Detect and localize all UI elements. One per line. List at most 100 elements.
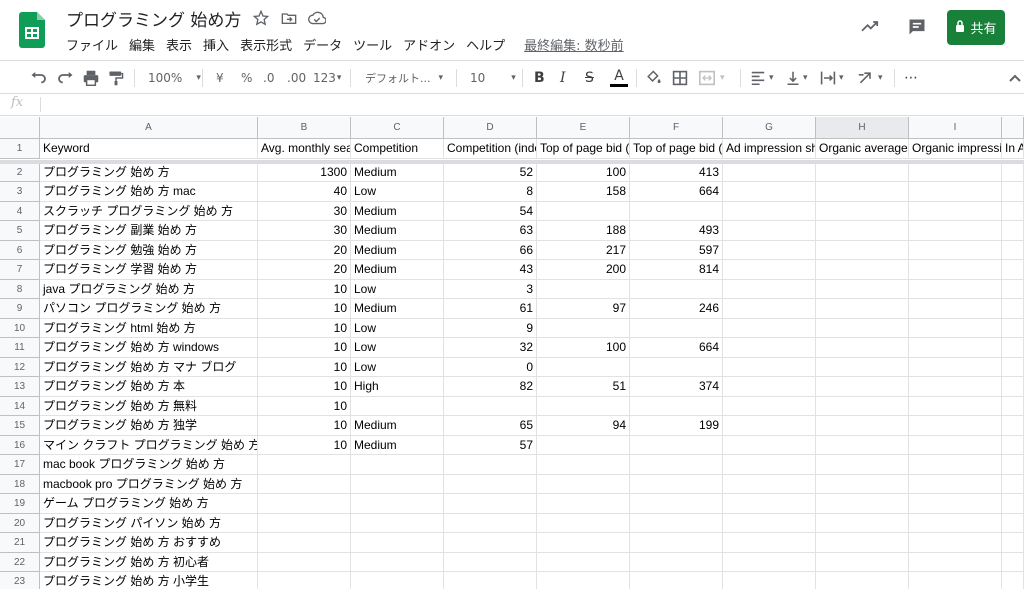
data-cell[interactable]: 43 xyxy=(444,260,537,280)
data-cell[interactable] xyxy=(1002,513,1024,533)
data-cell[interactable]: Medium xyxy=(351,201,444,221)
data-cell[interactable] xyxy=(816,533,909,553)
data-cell[interactable] xyxy=(1002,435,1024,455)
data-cell[interactable] xyxy=(537,572,630,589)
data-cell[interactable] xyxy=(723,513,816,533)
undo-icon[interactable] xyxy=(30,68,48,88)
row-header[interactable]: 8 xyxy=(0,279,40,299)
data-cell[interactable] xyxy=(537,455,630,475)
data-cell[interactable] xyxy=(816,552,909,572)
data-cell[interactable] xyxy=(630,455,723,475)
data-cell[interactable] xyxy=(723,299,816,319)
data-cell[interactable] xyxy=(723,221,816,241)
cloud-saved-icon[interactable] xyxy=(308,9,326,27)
data-cell[interactable] xyxy=(537,279,630,299)
data-cell[interactable]: 9 xyxy=(444,318,537,338)
row-header[interactable]: 15 xyxy=(0,416,40,436)
last-edit-link[interactable]: 最終編集: 数秒前 xyxy=(524,35,624,54)
decrease-decimal-button[interactable]: .0 xyxy=(263,68,274,88)
data-cell[interactable] xyxy=(816,260,909,280)
header-cell[interactable]: Keyword xyxy=(40,139,258,159)
data-cell[interactable]: プログラミング 始め 方 mac xyxy=(40,182,258,202)
data-cell[interactable] xyxy=(258,494,351,514)
column-header-f[interactable]: F xyxy=(630,117,723,139)
data-cell[interactable]: 10 xyxy=(258,299,351,319)
menu-addons[interactable]: アドオン xyxy=(403,35,455,54)
data-cell[interactable] xyxy=(909,513,1002,533)
data-cell[interactable] xyxy=(723,494,816,514)
data-cell[interactable]: プログラミング 始め 方 初心者 xyxy=(40,552,258,572)
document-title[interactable]: プログラミング 始め方 xyxy=(66,6,241,31)
data-cell[interactable] xyxy=(630,396,723,416)
data-cell[interactable] xyxy=(909,552,1002,572)
data-cell[interactable] xyxy=(1002,318,1024,338)
header-cell[interactable]: Organic impression share xyxy=(909,139,1002,159)
row-header[interactable]: 18 xyxy=(0,474,40,494)
data-cell[interactable]: ゲーム プログラミング 始め 方 xyxy=(40,494,258,514)
data-cell[interactable]: プログラミング 始め 方 小学生 xyxy=(40,572,258,589)
column-header-i[interactable]: I xyxy=(909,117,1002,139)
merge-cells-icon[interactable]: ▾ xyxy=(698,68,725,88)
data-cell[interactable]: Low xyxy=(351,318,444,338)
data-cell[interactable] xyxy=(816,494,909,514)
data-cell[interactable] xyxy=(816,572,909,589)
menu-tools[interactable]: ツール xyxy=(353,35,392,54)
data-cell[interactable] xyxy=(1002,455,1024,475)
zoom-select[interactable]: 100% ▾ xyxy=(148,68,201,88)
data-cell[interactable] xyxy=(1002,279,1024,299)
data-cell[interactable] xyxy=(816,182,909,202)
data-cell[interactable]: 94 xyxy=(537,416,630,436)
menu-format[interactable]: 表示形式 xyxy=(240,35,292,54)
header-cell[interactable]: Competition xyxy=(351,139,444,159)
print-icon[interactable] xyxy=(82,68,100,88)
increase-decimal-button[interactable]: .00 xyxy=(287,68,306,88)
data-cell[interactable] xyxy=(723,318,816,338)
data-cell[interactable] xyxy=(630,572,723,589)
data-cell[interactable] xyxy=(630,357,723,377)
data-cell[interactable]: 10 xyxy=(258,357,351,377)
data-cell[interactable] xyxy=(1002,201,1024,221)
data-cell[interactable]: 217 xyxy=(537,240,630,260)
data-cell[interactable] xyxy=(909,455,1002,475)
data-cell[interactable] xyxy=(909,338,1002,358)
data-cell[interactable]: 3 xyxy=(444,279,537,299)
column-header-a[interactable]: A xyxy=(40,117,258,139)
data-cell[interactable] xyxy=(1002,357,1024,377)
data-cell[interactable]: プログラミング 副業 始め 方 xyxy=(40,221,258,241)
data-cell[interactable]: マイン クラフト プログラミング 始め 方 xyxy=(40,435,258,455)
data-cell[interactable] xyxy=(723,474,816,494)
percent-format-button[interactable]: % xyxy=(241,68,252,88)
data-cell[interactable] xyxy=(351,533,444,553)
column-header-j[interactable] xyxy=(1002,117,1024,139)
data-cell[interactable]: Low xyxy=(351,338,444,358)
select-all-corner[interactable] xyxy=(0,117,40,139)
data-cell[interactable]: 82 xyxy=(444,377,537,397)
data-cell[interactable]: Medium xyxy=(351,240,444,260)
data-cell[interactable] xyxy=(537,435,630,455)
data-cell[interactable]: Low xyxy=(351,182,444,202)
data-cell[interactable] xyxy=(816,513,909,533)
data-cell[interactable] xyxy=(444,396,537,416)
data-cell[interactable] xyxy=(909,299,1002,319)
data-cell[interactable] xyxy=(816,221,909,241)
data-cell[interactable] xyxy=(258,474,351,494)
data-cell[interactable]: 188 xyxy=(537,221,630,241)
data-cell[interactable] xyxy=(909,533,1002,553)
activity-trend-icon[interactable] xyxy=(860,18,880,38)
data-cell[interactable] xyxy=(351,572,444,589)
data-cell[interactable]: スクラッチ プログラミング 始め 方 xyxy=(40,201,258,221)
data-cell[interactable]: 97 xyxy=(537,299,630,319)
data-cell[interactable] xyxy=(909,182,1002,202)
data-cell[interactable]: 32 xyxy=(444,338,537,358)
data-cell[interactable] xyxy=(351,494,444,514)
data-cell[interactable]: Low xyxy=(351,279,444,299)
data-cell[interactable] xyxy=(816,162,909,182)
borders-icon[interactable] xyxy=(672,68,688,88)
data-cell[interactable] xyxy=(723,162,816,182)
data-cell[interactable] xyxy=(258,455,351,475)
data-cell[interactable]: パソコン プログラミング 始め 方 xyxy=(40,299,258,319)
data-cell[interactable] xyxy=(1002,260,1024,280)
data-cell[interactable] xyxy=(909,201,1002,221)
menu-edit[interactable]: 編集 xyxy=(129,35,155,54)
data-cell[interactable]: 1300 xyxy=(258,162,351,182)
